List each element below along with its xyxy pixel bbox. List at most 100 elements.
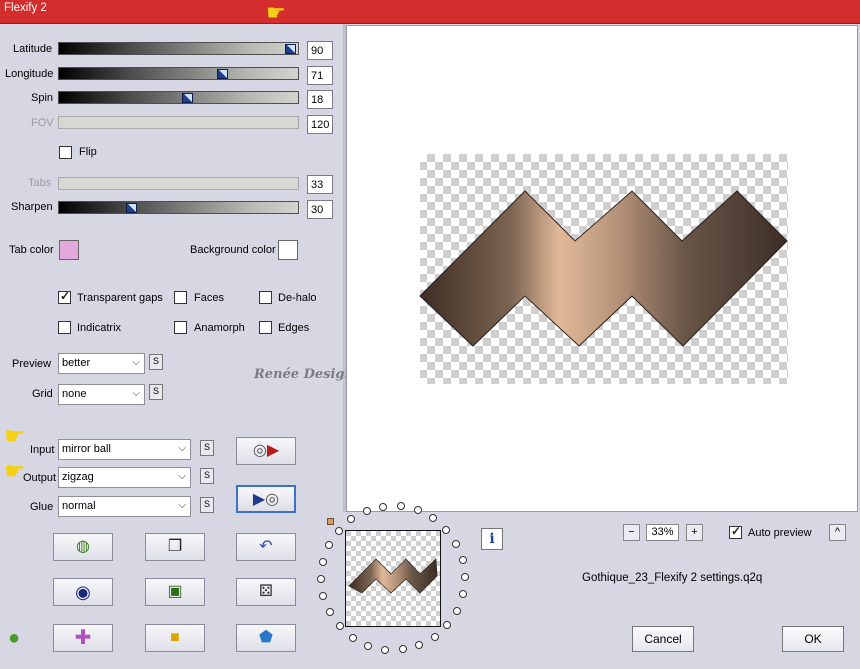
input-s-button[interactable]: S bbox=[200, 440, 214, 456]
edges-checkbox[interactable] bbox=[259, 321, 272, 334]
spin-label: Spin bbox=[31, 92, 54, 104]
thumbnail-navigator[interactable] bbox=[345, 530, 441, 627]
info-button[interactable]: i bbox=[481, 528, 503, 550]
sharpen-slider[interactable] bbox=[58, 201, 299, 214]
transparent-gaps-label: Transparent gaps bbox=[77, 292, 163, 304]
dial-dot[interactable] bbox=[317, 574, 325, 583]
output-s-button[interactable]: S bbox=[200, 468, 214, 484]
gem-button[interactable]: ⬟ bbox=[236, 624, 296, 652]
indicatrix-checkbox[interactable] bbox=[58, 321, 71, 334]
sharpen-value[interactable]: 30 bbox=[307, 200, 333, 219]
slider-thumb[interactable] bbox=[182, 93, 193, 103]
preview-s-button[interactable]: S bbox=[149, 354, 163, 370]
dial-dot[interactable] bbox=[443, 621, 452, 630]
preview-dropdown[interactable]: better ⌵ bbox=[58, 353, 145, 374]
longitude-slider[interactable] bbox=[58, 67, 299, 80]
grid-value: none bbox=[62, 388, 87, 400]
de-halo-checkbox[interactable] bbox=[259, 291, 272, 304]
dial-dot[interactable] bbox=[362, 507, 371, 515]
dial-dot[interactable] bbox=[452, 539, 461, 548]
input-label: Input bbox=[30, 444, 55, 456]
dial-dot[interactable] bbox=[348, 633, 357, 642]
swap-output-input-button[interactable]: ▶◎ bbox=[236, 485, 296, 513]
auto-preview-checkbox[interactable] bbox=[729, 524, 742, 539]
grid-s-button[interactable]: S bbox=[149, 384, 163, 400]
preview-value: better bbox=[62, 357, 91, 369]
latitude-slider[interactable] bbox=[58, 42, 299, 55]
collapse-button[interactable]: ^ bbox=[829, 524, 846, 541]
dial-dot[interactable] bbox=[364, 641, 373, 650]
slider-thumb[interactable] bbox=[217, 69, 228, 79]
globe-button[interactable]: ◍ bbox=[53, 533, 113, 561]
chevron-down-icon: ⌵ bbox=[178, 443, 186, 454]
cancel-button[interactable]: Cancel bbox=[632, 626, 694, 652]
tabs-slider bbox=[58, 177, 299, 190]
ring-button[interactable]: ◉ bbox=[53, 578, 113, 606]
dial-dot[interactable] bbox=[324, 541, 333, 550]
grid-dropdown[interactable]: none ⌵ bbox=[58, 384, 145, 405]
dial-dot[interactable] bbox=[442, 525, 451, 534]
dial-dot[interactable] bbox=[381, 645, 390, 654]
zoom-in-button[interactable]: + bbox=[686, 524, 703, 541]
dial-dot[interactable] bbox=[430, 632, 439, 641]
glue-value: normal bbox=[62, 500, 96, 512]
dial-dot[interactable] bbox=[398, 645, 407, 654]
dial-dot[interactable] bbox=[415, 640, 424, 649]
tab-color-label: Tab color bbox=[9, 244, 54, 256]
chevron-down-icon: ⌵ bbox=[178, 500, 186, 511]
dial-dot[interactable] bbox=[318, 557, 327, 566]
tab-color-swatch[interactable] bbox=[59, 240, 79, 260]
longitude-value[interactable]: 71 bbox=[307, 66, 333, 85]
title-bar: Flexify 2 bbox=[0, 0, 860, 24]
anamorph-checkbox[interactable] bbox=[174, 321, 187, 334]
glue-dropdown[interactable]: normal ⌵ bbox=[58, 496, 191, 517]
copy-button[interactable]: ❐ bbox=[145, 533, 205, 561]
square-button[interactable]: ▣ bbox=[145, 578, 205, 606]
transparent-gaps-checkbox[interactable] bbox=[58, 289, 71, 304]
dial-dot[interactable] bbox=[319, 592, 328, 601]
preview-label: Preview bbox=[12, 358, 52, 370]
flip-checkbox[interactable] bbox=[59, 146, 72, 159]
ok-button[interactable]: OK bbox=[782, 626, 844, 652]
preview-canvas[interactable] bbox=[346, 25, 858, 512]
block-icon: ■ bbox=[170, 629, 180, 646]
glue-label: Glue bbox=[30, 501, 54, 513]
dial-dot[interactable] bbox=[335, 622, 344, 631]
dial-dot[interactable] bbox=[413, 506, 422, 515]
block-button[interactable]: ■ bbox=[145, 624, 205, 652]
slider-thumb[interactable] bbox=[126, 203, 137, 213]
tabs-value[interactable]: 33 bbox=[307, 175, 333, 194]
input-dropdown[interactable]: mirror ball ⌵ bbox=[58, 439, 191, 460]
dial-dot[interactable] bbox=[453, 606, 462, 615]
dial-dot[interactable] bbox=[459, 590, 468, 599]
dial-dot[interactable] bbox=[460, 573, 469, 582]
dial-dot[interactable] bbox=[429, 514, 438, 523]
glue-s-button[interactable]: S bbox=[200, 497, 214, 513]
settings-filename: Gothique_23_Flexify 2 settings.q2q bbox=[582, 572, 763, 584]
ring-icon: ◉ bbox=[75, 582, 91, 602]
undo-button[interactable]: ↶ bbox=[236, 533, 296, 561]
dial-dot[interactable] bbox=[347, 515, 356, 524]
disc-icon: ◎ bbox=[265, 491, 280, 508]
faces-checkbox[interactable] bbox=[174, 291, 187, 304]
corner-handle[interactable] bbox=[327, 518, 334, 525]
dice-button[interactable]: ⚄ bbox=[236, 578, 296, 606]
fov-label: FOV bbox=[31, 117, 54, 129]
spin-slider[interactable] bbox=[58, 91, 299, 104]
sharpen-label: Sharpen bbox=[11, 201, 53, 213]
dial-dot[interactable] bbox=[334, 526, 343, 535]
spin-value[interactable]: 18 bbox=[307, 90, 333, 109]
fov-value[interactable]: 120 bbox=[307, 115, 333, 134]
preview-image bbox=[419, 154, 788, 384]
undo-icon: ↶ bbox=[259, 538, 273, 555]
dial-dot[interactable] bbox=[458, 555, 467, 564]
disc-arrow-icon: ◎ bbox=[252, 442, 267, 459]
swap-input-output-button[interactable]: ◎▶ bbox=[236, 437, 296, 465]
slider-thumb[interactable] bbox=[285, 44, 296, 54]
output-dropdown[interactable]: zigzag ⌵ bbox=[58, 467, 191, 488]
latitude-value[interactable]: 90 bbox=[307, 41, 333, 60]
background-color-swatch[interactable] bbox=[278, 240, 298, 260]
dial-dot[interactable] bbox=[325, 608, 334, 617]
cross-button[interactable]: ✚ bbox=[53, 624, 113, 652]
zoom-out-button[interactable]: − bbox=[623, 524, 640, 541]
